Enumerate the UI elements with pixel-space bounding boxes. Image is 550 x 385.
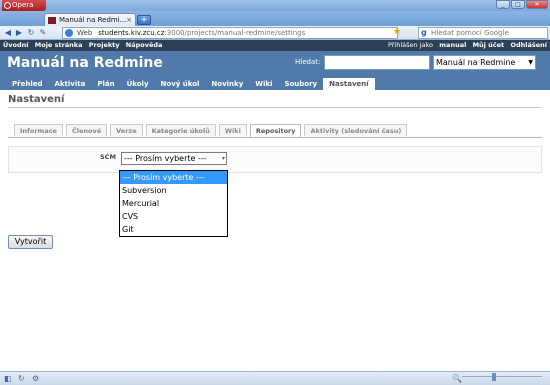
scm-option-git[interactable]: Git <box>120 223 227 236</box>
close-tab-icon[interactable]: × <box>126 14 132 26</box>
bookmark-star-icon[interactable]: ★ <box>393 27 401 37</box>
back-arrow-icon[interactable]: ◀ <box>3 28 13 38</box>
globe-icon <box>65 29 73 37</box>
logged-as-label: Přihlášen jako <box>387 41 434 49</box>
url-path: :3000/projects/manual-redmine/settings <box>164 29 306 37</box>
search-label: Hledat: <box>295 58 321 66</box>
tab-versions[interactable]: Verze <box>110 124 143 136</box>
topmenu-projects[interactable]: Projekty <box>89 41 120 49</box>
zoom-slider[interactable] <box>462 373 542 381</box>
project-jump-select[interactable]: Manuál na Redmine ▼ <box>433 55 536 70</box>
menu-roadmap[interactable]: Plán <box>91 78 120 90</box>
browser-tab[interactable]: Manuál na Redmi... × <box>44 13 136 26</box>
settings-content: Nastavení Informace Členové Verze Katego… <box>0 90 550 360</box>
panel-toggle-icon[interactable]: ◧ <box>4 374 12 383</box>
scm-dropdown-list: --- Prosím vyberte --- Subversion Mercur… <box>119 170 228 237</box>
topmenu-help[interactable]: Nápověda <box>126 41 163 49</box>
edit-icon[interactable]: ✎ <box>38 28 48 38</box>
web-page: Úvodní Moje stránka Projekty Nápověda Př… <box>0 40 550 371</box>
repository-form-box: SCM --- Prosím vyberte --- ▾ <box>8 146 542 173</box>
project-title: Manuál na Redmine <box>7 55 163 71</box>
tab-activities[interactable]: Aktivity (sledování času) <box>304 124 408 136</box>
topmenu-home[interactable]: Úvodní <box>3 41 29 49</box>
settings-tabs: Informace Členové Verze Kategorie úkolů … <box>14 124 408 137</box>
logout-link[interactable]: Odhlášení <box>510 41 547 49</box>
url-field[interactable]: Web students.kiv.zcu.cz:3000/projects/man… <box>62 27 398 39</box>
main-menu: Přehled Aktivita Plán Úkoly Nový úkol No… <box>6 78 375 90</box>
url-host: students.kiv.zcu.cz <box>98 29 165 37</box>
google-search-placeholder: Hledat pomocí Google <box>431 29 509 37</box>
scm-option-cvs[interactable]: CVS <box>120 210 227 223</box>
window-titlebar: Opera _ □ ✕ <box>0 0 550 11</box>
tab-bar: Manuál na Redmi... × + <box>0 11 550 26</box>
page-title: Nastavení <box>8 94 542 108</box>
menu-files[interactable]: Soubory <box>278 78 323 90</box>
chevron-down-icon: ▼ <box>528 59 533 66</box>
scm-label: SCM <box>100 153 116 161</box>
reload-icon[interactable]: ↻ <box>26 28 36 38</box>
favicon-icon <box>48 17 56 24</box>
zoom-icon[interactable]: 🔍 <box>452 374 462 383</box>
project-header: Manuál na Redmine Hledat: Manuál na Redm… <box>0 51 550 90</box>
forward-arrow-icon[interactable]: ▶ <box>14 28 24 38</box>
menu-new-issue[interactable]: Nový úkol <box>155 78 206 90</box>
opera-menu-button[interactable]: Opera <box>2 0 46 11</box>
menu-settings[interactable]: Nastavení <box>323 78 375 90</box>
google-search-field[interactable]: g Hledat pomocí Google <box>418 27 548 39</box>
topmenu-my-page[interactable]: Moje stránka <box>35 41 83 49</box>
tab-information[interactable]: Informace <box>14 124 63 136</box>
tab-issue-categories[interactable]: Kategorie úkolů <box>145 124 216 136</box>
status-bar: ◧ ↻ ⚙ 🔍 <box>0 371 550 385</box>
username-link[interactable]: manual <box>439 41 466 49</box>
menu-wiki[interactable]: Wiki <box>249 78 278 90</box>
tab-repository[interactable]: Repository <box>249 124 302 137</box>
zoom-slider-handle[interactable] <box>492 373 496 381</box>
menu-activity[interactable]: Aktivita <box>48 78 91 90</box>
tab-title: Manuál na Redmi... <box>59 16 127 24</box>
opera-logo-icon <box>4 2 11 9</box>
scm-option-mercurial[interactable]: Mercurial <box>120 197 227 210</box>
top-menu: Úvodní Moje stránka Projekty Nápověda Př… <box>0 40 550 51</box>
scm-option-please-select[interactable]: --- Prosím vyberte --- <box>120 171 227 184</box>
chevron-down-icon: ▾ <box>221 155 225 162</box>
window-controls: _ □ ✕ <box>496 0 548 9</box>
search-input[interactable] <box>324 55 430 70</box>
menu-issues[interactable]: Úkoly <box>121 78 155 90</box>
sync-icon[interactable]: ↻ <box>18 374 25 383</box>
google-icon: g <box>421 28 427 37</box>
address-toolbar: ◀ ▶ ↻ ✎ Web students.kiv.zcu.cz:3000/proj… <box>0 26 550 40</box>
menu-news[interactable]: Novinky <box>205 78 249 90</box>
tab-divider <box>8 137 542 138</box>
scm-select-value: --- Prosím vyberte --- <box>124 154 207 163</box>
tab-wiki[interactable]: Wiki <box>218 124 247 136</box>
create-button[interactable]: Vytvořit <box>8 235 53 249</box>
new-tab-button[interactable]: + <box>137 15 151 25</box>
scm-select[interactable]: --- Prosím vyberte --- ▾ <box>121 152 227 165</box>
minimize-button[interactable]: _ <box>496 0 510 9</box>
close-window-button[interactable]: ✕ <box>526 0 548 9</box>
maximize-button[interactable]: □ <box>511 0 525 9</box>
web-label: Web <box>77 29 93 37</box>
scm-option-subversion[interactable]: Subversion <box>120 184 227 197</box>
turbo-icon[interactable]: ⚙ <box>32 374 39 383</box>
project-jump-value: Manuál na Redmine <box>436 58 516 67</box>
my-account-link[interactable]: Můj účet <box>473 41 505 49</box>
tab-members[interactable]: Členové <box>65 124 108 136</box>
opera-menu-label: Opera <box>12 1 34 9</box>
menu-overview[interactable]: Přehled <box>6 78 48 90</box>
